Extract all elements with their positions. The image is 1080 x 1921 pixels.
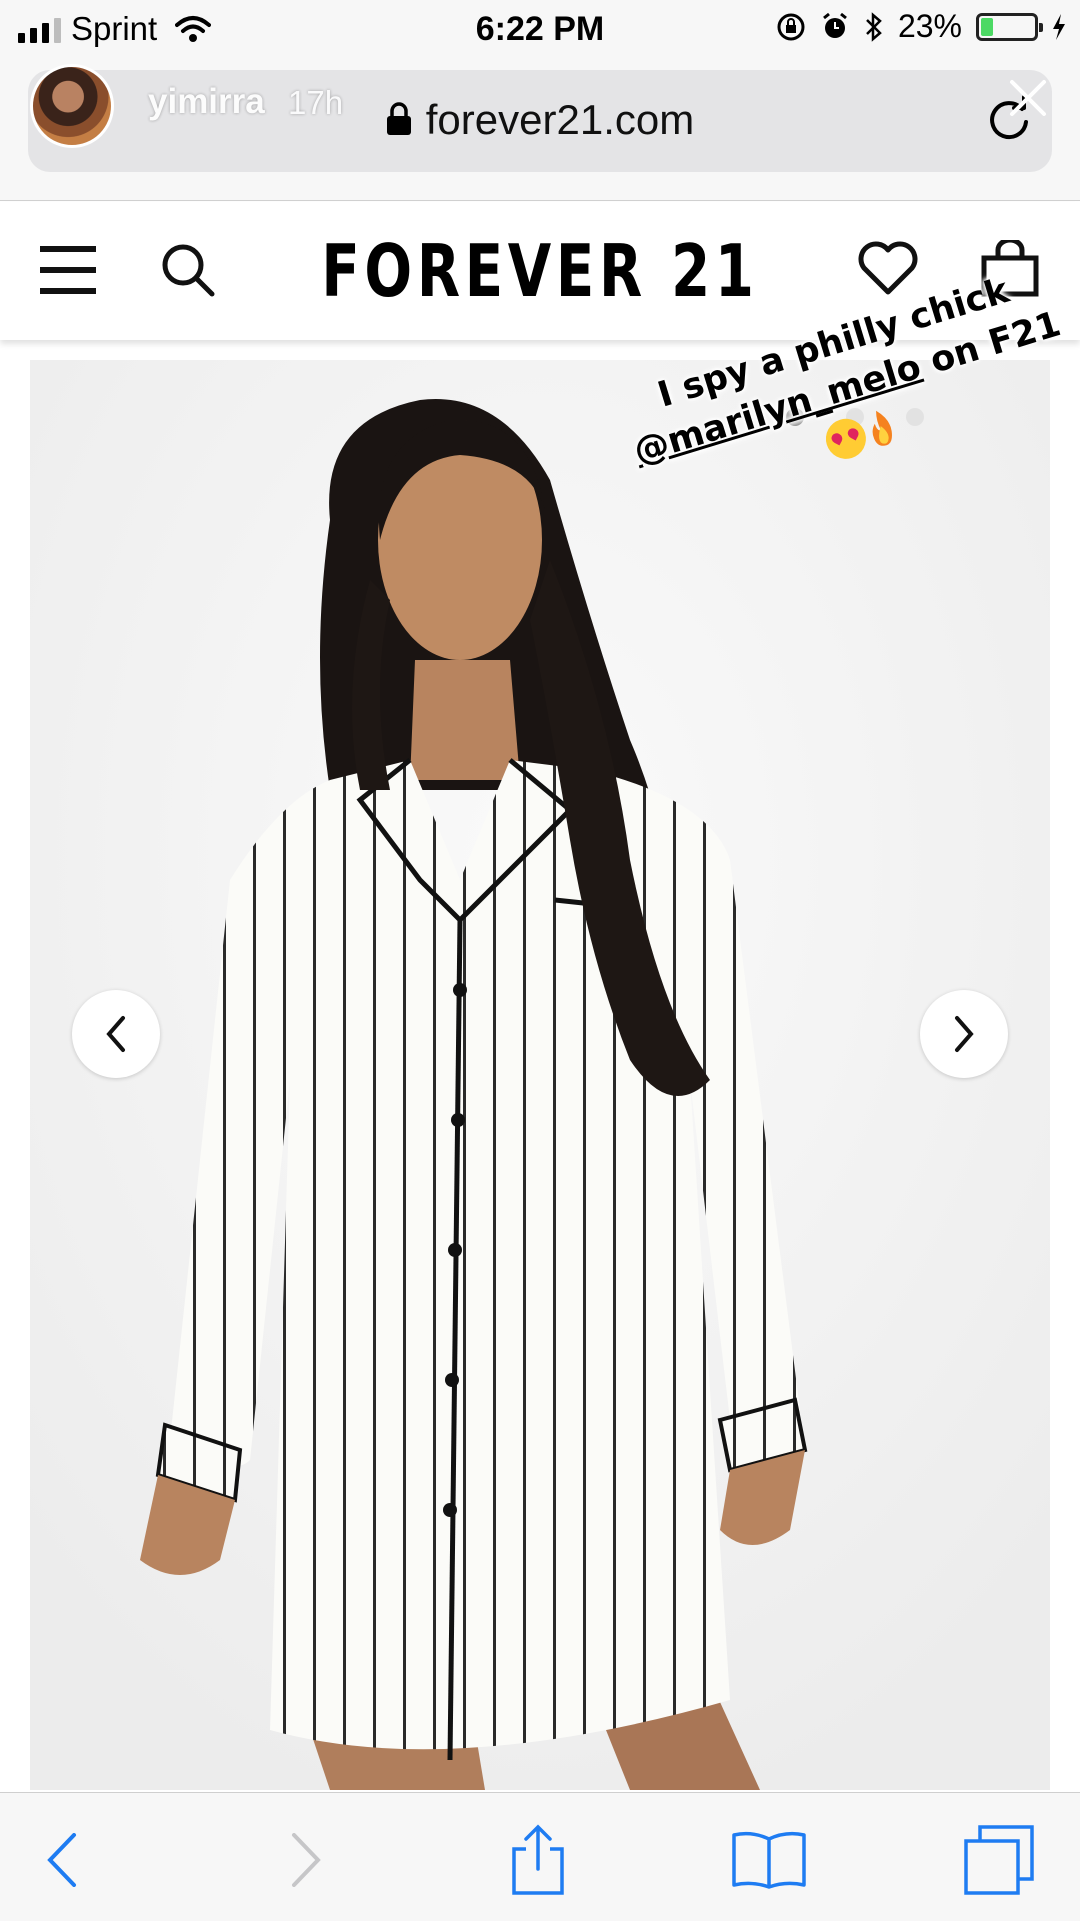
previous-image-button[interactable] (72, 990, 160, 1078)
close-icon[interactable] (1006, 76, 1050, 120)
product-photo (30, 360, 1050, 1790)
battery-percent: 23% (897, 8, 962, 44)
story-username[interactable]: yimirra (148, 82, 265, 122)
charging-bolt-icon (1053, 13, 1065, 40)
story-avatar[interactable] (30, 64, 114, 148)
menu-icon[interactable] (40, 244, 96, 296)
story-timestamp: 17h (288, 84, 344, 121)
product-image-carousel[interactable] (30, 360, 1050, 1790)
forward-icon[interactable] (290, 1833, 322, 1887)
next-image-button[interactable] (920, 990, 1008, 1078)
battery-level (981, 17, 993, 36)
battery-icon (976, 12, 1043, 41)
bookmarks-icon[interactable] (730, 1829, 808, 1889)
wishlist-heart-icon[interactable] (856, 238, 920, 298)
tabs-icon[interactable] (962, 1823, 1036, 1897)
status-bar: Sprint 6:22 PM 23% (0, 0, 1080, 60)
lock-icon (386, 102, 411, 135)
chevron-right-icon (955, 1016, 974, 1052)
status-right: 23% (776, 8, 1066, 45)
fire-emoji-icon (872, 410, 892, 446)
share-icon[interactable] (508, 1823, 568, 1897)
url-text: forever21.com (425, 96, 695, 143)
chevron-left-icon (106, 1016, 125, 1052)
safari-toolbar (0, 1792, 1080, 1921)
back-icon[interactable] (46, 1833, 78, 1887)
alarm-icon (823, 12, 847, 38)
orientation-lock-icon (777, 13, 805, 40)
bluetooth-icon (866, 11, 882, 42)
site-logo[interactable]: FOREVER 21 (119, 229, 961, 313)
